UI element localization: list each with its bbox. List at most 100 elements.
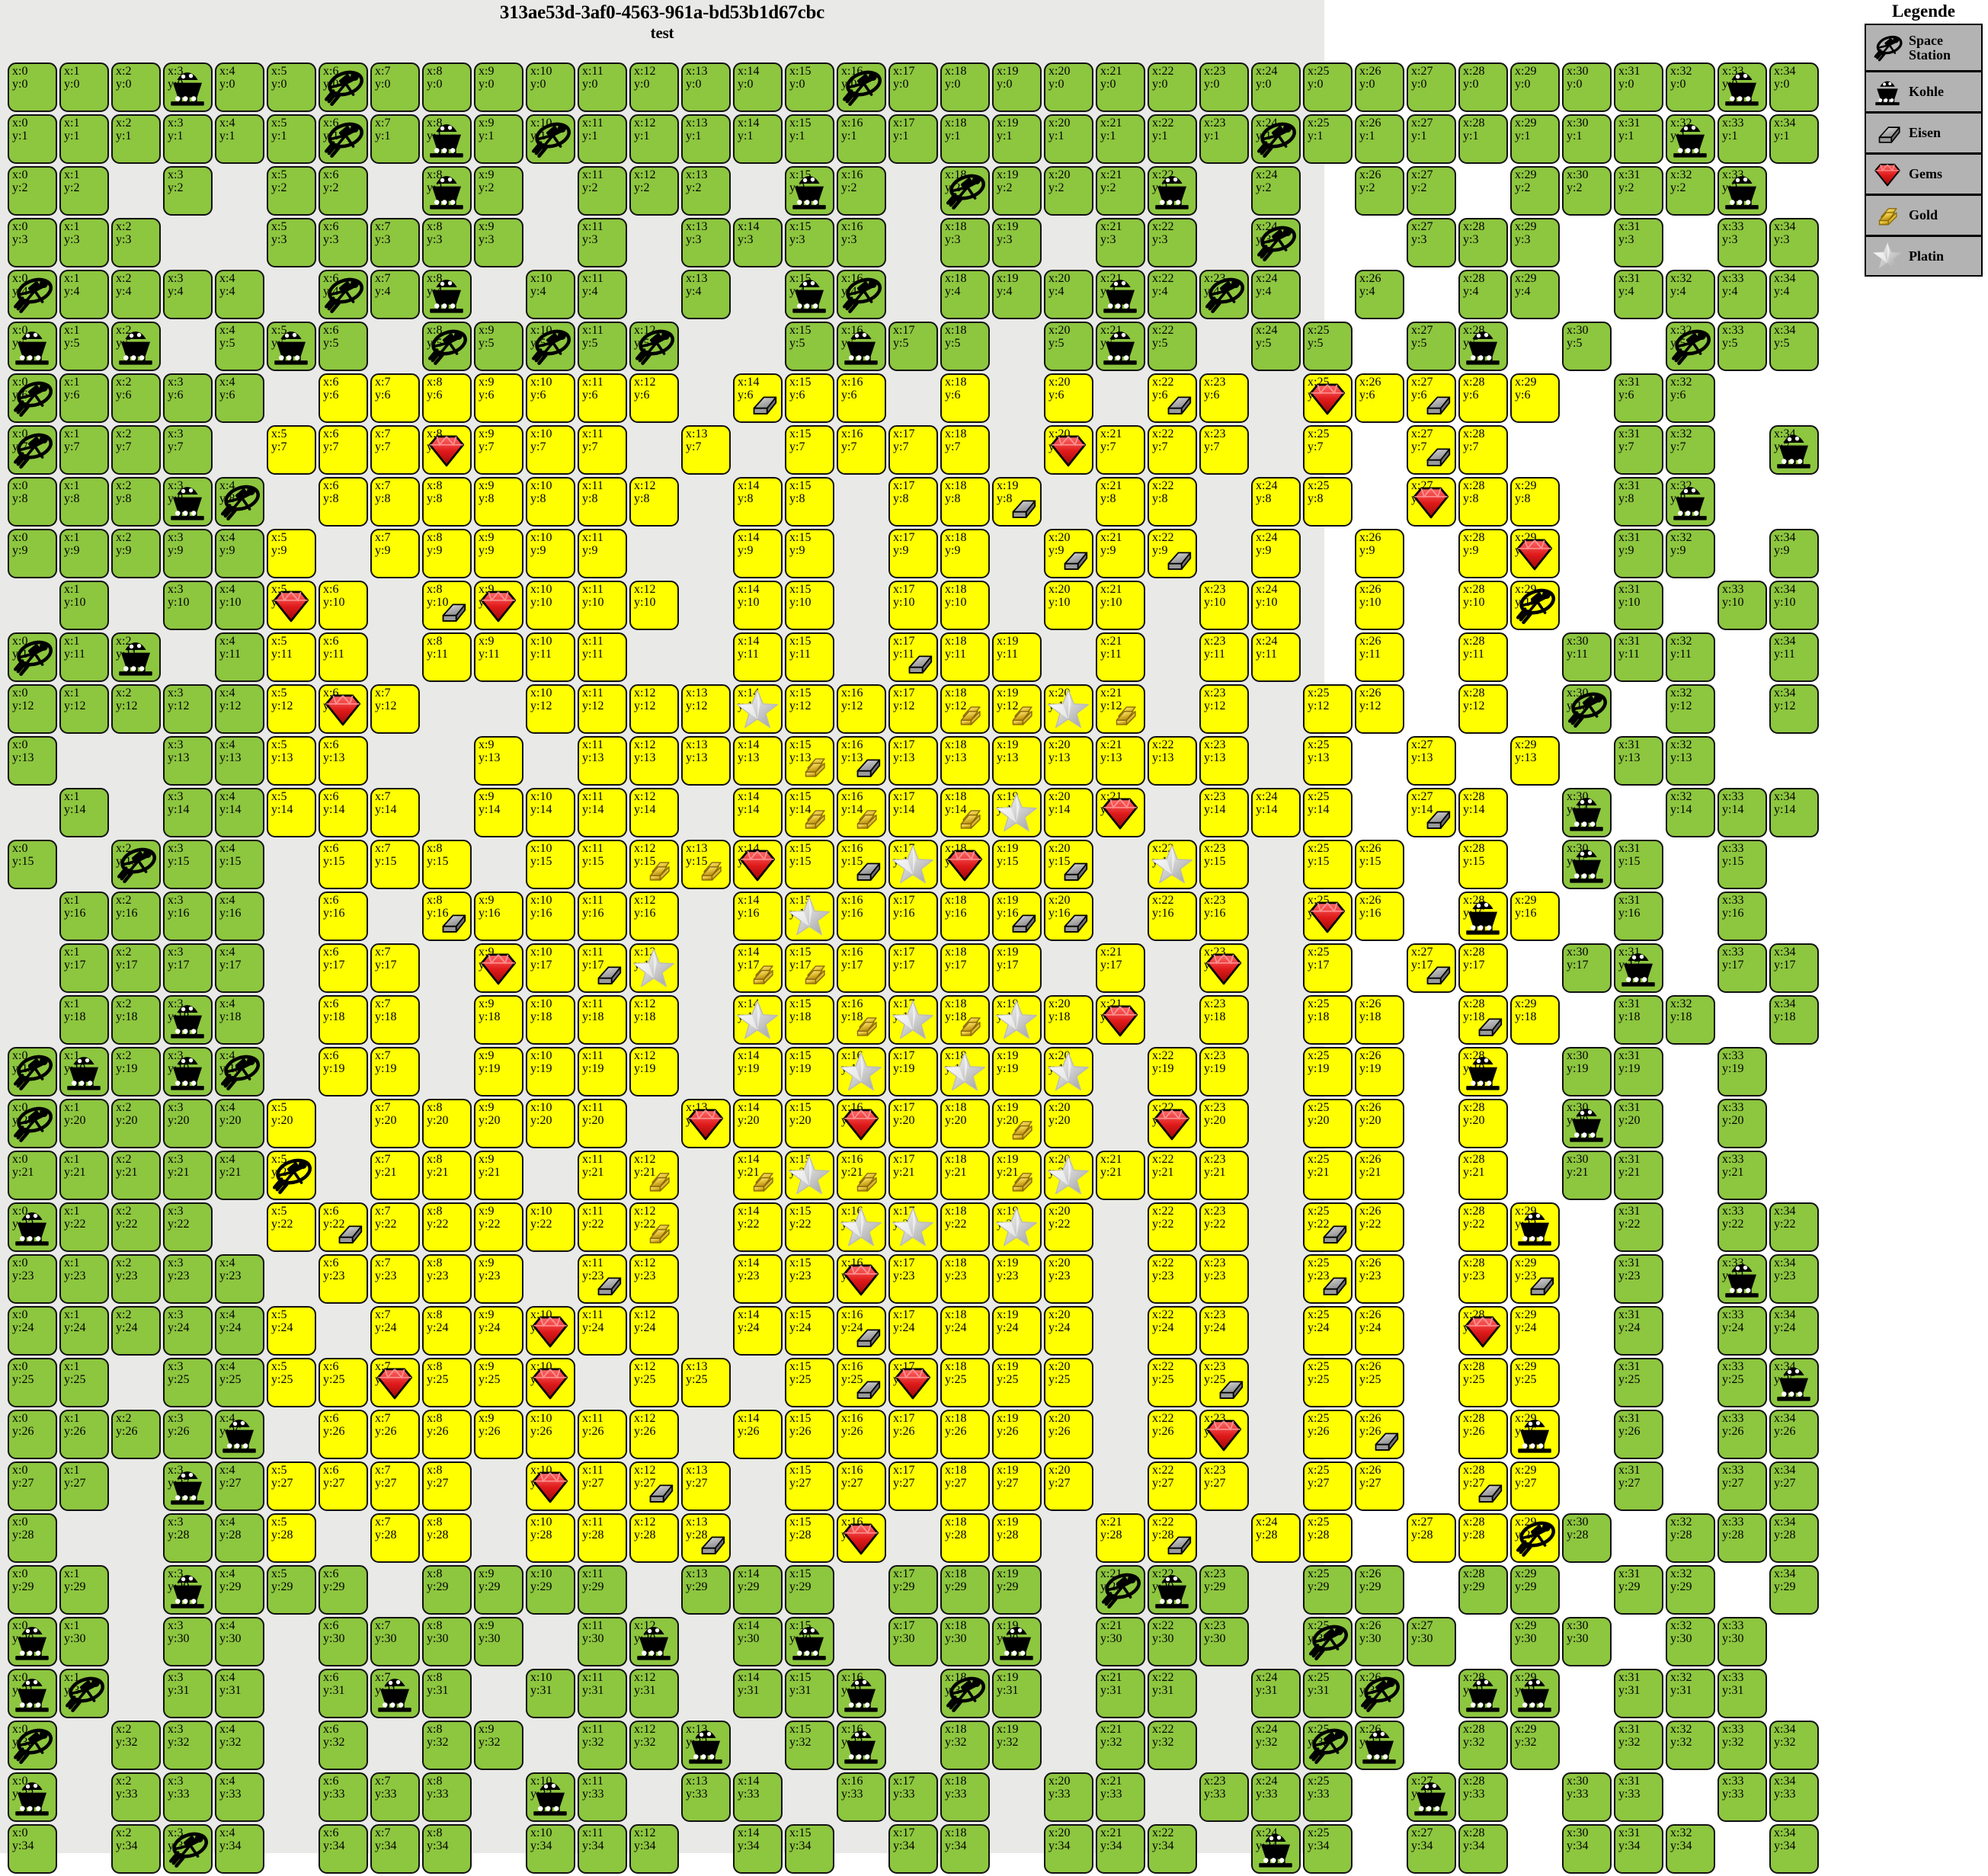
map-cell[interactable]: x:11 y:29 <box>578 1565 627 1615</box>
map-cell[interactable]: x:12 y:19 <box>629 1047 679 1096</box>
map-cell[interactable]: x:34 y:1 <box>1769 114 1819 164</box>
map-cell[interactable]: x:2 y:34 <box>111 1824 161 1874</box>
map-cell[interactable]: x:14 y:23 <box>733 1254 783 1304</box>
map-cell[interactable]: x:22 y:32 <box>1148 1721 1197 1770</box>
map-cell[interactable]: x:28 y:33 <box>1458 1772 1508 1822</box>
map-cell[interactable]: x:26 y:24 <box>1355 1306 1404 1356</box>
map-cell[interactable]: x:23 y:18 <box>1199 995 1249 1045</box>
map-cell[interactable]: x:11 y:10 <box>578 581 627 630</box>
map-cell[interactable]: x:9 y:14 <box>474 788 523 837</box>
map-cell[interactable]: x:11 y:11 <box>578 632 627 682</box>
map-cell[interactable]: x:16 y:4 <box>837 270 886 319</box>
map-cell[interactable]: x:18 y:1 <box>940 114 990 164</box>
map-cell[interactable]: x:16 y:17 <box>837 943 886 993</box>
map-cell[interactable]: x:33 y:10 <box>1717 581 1767 630</box>
map-cell[interactable]: x:17 y:5 <box>888 322 938 371</box>
map-cell[interactable]: x:4 y:30 <box>215 1617 264 1666</box>
map-cell[interactable]: x:18 y:32 <box>940 1721 990 1770</box>
map-cell[interactable]: x:17 y:10 <box>888 581 938 630</box>
map-cell[interactable]: x:11 y:7 <box>578 425 627 475</box>
map-cell[interactable]: x:4 y:5 <box>215 322 264 371</box>
map-cell[interactable]: x:0 y:20 <box>8 1099 57 1148</box>
map-cell[interactable]: x:7 y:17 <box>370 943 420 993</box>
map-cell[interactable]: x:33 y:33 <box>1717 1772 1767 1822</box>
map-cell[interactable]: x:32 y:2 <box>1666 166 1715 216</box>
map-cell[interactable]: x:32 y:7 <box>1666 425 1715 475</box>
map-cell[interactable]: x:3 y:4 <box>163 270 213 319</box>
map-cell[interactable]: x:15 y:20 <box>785 1099 834 1148</box>
map-cell[interactable]: x:33 y:24 <box>1717 1306 1767 1356</box>
map-cell[interactable]: x:14 y:26 <box>733 1410 783 1459</box>
map-cell[interactable]: x:9 y:0 <box>474 62 523 112</box>
map-cell[interactable]: x:26 y:23 <box>1355 1254 1404 1304</box>
map-cell[interactable]: x:21 y:11 <box>1096 632 1145 682</box>
map-cell[interactable]: x:9 y:25 <box>474 1358 523 1407</box>
map-cell[interactable]: x:32 y:1 <box>1666 114 1715 164</box>
map-cell[interactable]: x:3 y:9 <box>163 529 213 578</box>
map-cell[interactable]: x:19 y:21 <box>992 1151 1042 1200</box>
map-cell[interactable]: x:18 y:31 <box>940 1669 990 1718</box>
map-cell[interactable]: x:26 y:6 <box>1355 373 1404 423</box>
map-cell[interactable]: x:9 y:10 <box>474 581 523 630</box>
map-cell[interactable]: x:19 y:2 <box>992 166 1042 216</box>
map-cell[interactable]: x:15 y:31 <box>785 1669 834 1718</box>
map-cell[interactable]: x:19 y:13 <box>992 736 1042 786</box>
map-cell[interactable]: x:19 y:20 <box>992 1099 1042 1148</box>
map-cell[interactable]: x:31 y:6 <box>1614 373 1663 423</box>
map-cell[interactable]: x:22 y:1 <box>1148 114 1197 164</box>
map-cell[interactable]: x:26 y:10 <box>1355 581 1404 630</box>
map-cell[interactable]: x:28 y:15 <box>1458 840 1508 889</box>
map-cell[interactable]: x:3 y:7 <box>163 425 213 475</box>
map-cell[interactable]: x:5 y:20 <box>267 1099 316 1148</box>
map-cell[interactable]: x:4 y:20 <box>215 1099 264 1148</box>
map-cell[interactable]: x:11 y:2 <box>578 166 627 216</box>
map-cell[interactable]: x:11 y:20 <box>578 1099 627 1148</box>
map-cell[interactable]: x:3 y:32 <box>163 1721 213 1770</box>
map-cell[interactable]: x:28 y:28 <box>1458 1513 1508 1563</box>
map-cell[interactable]: x:20 y:26 <box>1044 1410 1093 1459</box>
map-cell[interactable]: x:31 y:11 <box>1614 632 1663 682</box>
map-cell[interactable]: x:3 y:27 <box>163 1461 213 1511</box>
map-cell[interactable]: x:25 y:26 <box>1303 1410 1353 1459</box>
map-cell[interactable]: x:23 y:11 <box>1199 632 1249 682</box>
map-cell[interactable]: x:19 y:26 <box>992 1410 1042 1459</box>
map-cell[interactable]: x:18 y:14 <box>940 788 990 837</box>
map-cell[interactable]: x:25 y:30 <box>1303 1617 1353 1666</box>
map-cell[interactable]: x:15 y:18 <box>785 995 834 1045</box>
map-cell[interactable]: x:20 y:10 <box>1044 581 1093 630</box>
map-cell[interactable]: x:13 y:12 <box>681 684 731 734</box>
map-cell[interactable]: x:8 y:4 <box>422 270 472 319</box>
map-cell[interactable]: x:13 y:28 <box>681 1513 731 1563</box>
map-cell[interactable]: x:4 y:17 <box>215 943 264 993</box>
map-cell[interactable]: x:12 y:13 <box>629 736 679 786</box>
map-cell[interactable]: x:7 y:33 <box>370 1772 420 1822</box>
map-cell[interactable]: x:26 y:4 <box>1355 270 1404 319</box>
map-cell[interactable]: x:29 y:6 <box>1510 373 1560 423</box>
map-cell[interactable]: x:11 y:19 <box>578 1047 627 1096</box>
map-cell[interactable]: x:7 y:3 <box>370 218 420 267</box>
map-cell[interactable]: x:22 y:9 <box>1148 529 1197 578</box>
map-cell[interactable]: x:25 y:8 <box>1303 477 1353 527</box>
map-cell[interactable]: x:3 y:34 <box>163 1824 213 1874</box>
map-cell[interactable]: x:3 y:23 <box>163 1254 213 1304</box>
map-cell[interactable]: x:25 y:28 <box>1303 1513 1353 1563</box>
map-cell[interactable]: x:31 y:23 <box>1614 1254 1663 1304</box>
map-cell[interactable]: x:15 y:1 <box>785 114 834 164</box>
map-cell[interactable]: x:21 y:8 <box>1096 477 1145 527</box>
map-cell[interactable]: x:23 y:21 <box>1199 1151 1249 1200</box>
map-cell[interactable]: x:23 y:15 <box>1199 840 1249 889</box>
map-cell[interactable]: x:1 y:3 <box>59 218 109 267</box>
map-cell[interactable]: x:3 y:26 <box>163 1410 213 1459</box>
map-cell[interactable]: x:28 y:24 <box>1458 1306 1508 1356</box>
map-cell[interactable]: x:2 y:23 <box>111 1254 161 1304</box>
map-cell[interactable]: x:0 y:8 <box>8 477 57 527</box>
map-cell[interactable]: x:12 y:1 <box>629 114 679 164</box>
map-cell[interactable]: x:29 y:28 <box>1510 1513 1560 1563</box>
map-cell[interactable]: x:26 y:27 <box>1355 1461 1404 1511</box>
map-cell[interactable]: x:30 y:0 <box>1562 62 1612 112</box>
map-cell[interactable]: x:20 y:5 <box>1044 322 1093 371</box>
map-cell[interactable]: x:33 y:30 <box>1717 1617 1767 1666</box>
map-cell[interactable]: x:8 y:1 <box>422 114 472 164</box>
map-cell[interactable]: x:34 y:4 <box>1769 270 1819 319</box>
map-cell[interactable]: x:31 y:1 <box>1614 114 1663 164</box>
